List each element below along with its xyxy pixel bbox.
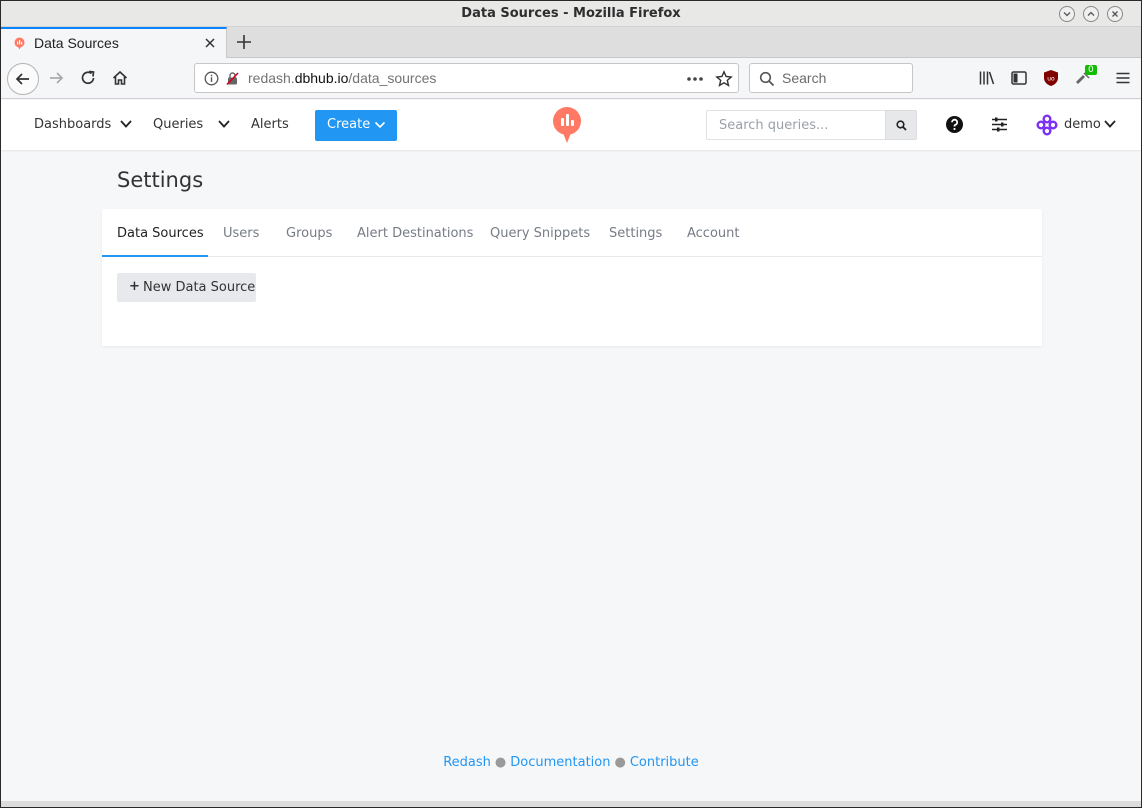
close-icon (1112, 11, 1118, 17)
tab-title: Data Sources (34, 35, 119, 51)
footer-separator-dot-icon: ● (614, 755, 626, 770)
app-header: Dashboards Queries Alerts Create Search … (1, 100, 1141, 150)
bookmark-star-icon[interactable] (715, 70, 733, 88)
back-arrow-icon (15, 73, 29, 85)
chevron-down-icon (1104, 120, 1116, 128)
settings-sliders-icon[interactable] (990, 115, 1009, 134)
create-button[interactable]: Create (315, 110, 397, 141)
svg-text:uo: uo (1047, 76, 1055, 83)
new-data-source-label: New Data Source (143, 280, 256, 295)
window-bottom-edge (1, 801, 1141, 807)
maximize-button[interactable] (1083, 6, 1099, 22)
hamburger-menu-icon[interactable] (1114, 69, 1132, 87)
query-search-button[interactable] (885, 110, 917, 140)
chevron-down-icon (1063, 12, 1071, 17)
search-icon (895, 119, 907, 131)
footer: Redash ● Documentation ● Contribute (1, 755, 1141, 770)
queries-dropdown-chevron-down-icon[interactable] (217, 119, 231, 129)
browser-tab[interactable]: Data Sources (1, 27, 227, 58)
back-button[interactable] (7, 63, 39, 95)
footer-link-documentation[interactable]: Documentation (510, 755, 610, 770)
nav-alerts[interactable]: Alerts (251, 117, 289, 132)
tab-strip: Data Sources (1, 27, 1141, 58)
url-prefix: redash. (248, 70, 295, 86)
page-actions-icon[interactable] (686, 76, 704, 82)
info-icon[interactable] (204, 71, 219, 86)
tab-query-snippets[interactable]: Query Snippets (490, 226, 590, 241)
sidebar-icon[interactable] (1010, 69, 1028, 87)
nav-queries[interactable]: Queries (153, 117, 203, 132)
forward-arrow-icon[interactable] (47, 69, 65, 87)
extension-badge: 0 (1085, 65, 1097, 75)
tab-account[interactable]: Account (687, 226, 740, 241)
library-icon[interactable] (978, 69, 996, 87)
nav-dashboards[interactable]: Dashboards (34, 117, 111, 132)
window-title: Data Sources - Mozilla Firefox (461, 6, 681, 21)
title-bar: Data Sources - Mozilla Firefox (1, 1, 1141, 27)
insecure-lock-icon[interactable] (225, 71, 240, 86)
browser-search-bar[interactable]: Search (749, 63, 913, 93)
page-title: Settings (117, 168, 204, 192)
tab-users[interactable]: Users (223, 226, 259, 241)
dashboards-dropdown-chevron-down-icon[interactable] (119, 119, 133, 129)
search-icon (759, 71, 775, 87)
active-tab-indicator (102, 255, 208, 257)
browser-search-placeholder: Search (782, 70, 827, 86)
footer-link-contribute[interactable]: Contribute (630, 755, 699, 770)
user-name: demo (1064, 117, 1101, 132)
tab-data-sources[interactable]: Data Sources (117, 226, 204, 241)
avatar (1036, 114, 1058, 136)
create-button-label: Create (327, 117, 371, 132)
plus-icon: + (129, 279, 140, 294)
footer-link-redash[interactable]: Redash (443, 755, 491, 770)
url-path: /data_sources (348, 70, 437, 86)
browser-window: Data Sources - Mozilla Firefox Data Sour… (0, 0, 1142, 808)
redash-favicon-icon (14, 37, 25, 50)
url-domain: dbhub.io (294, 70, 349, 86)
help-icon[interactable] (945, 115, 964, 134)
new-tab-icon[interactable] (234, 32, 254, 52)
ublock-origin-icon[interactable]: uo (1042, 69, 1060, 87)
new-data-source-button[interactable]: + New Data Source (117, 273, 256, 302)
settings-tabs: Data Sources Users Groups Alert Destinat… (102, 209, 1042, 257)
tab-alert-destinations[interactable]: Alert Destinations (357, 226, 473, 241)
query-search-field[interactable] (706, 110, 885, 140)
settings-card: Data Sources Users Groups Alert Destinat… (102, 209, 1042, 346)
url-text[interactable]: redash.dbhub.io/data_sources (248, 70, 436, 86)
tab-settings[interactable]: Settings (609, 226, 662, 241)
reload-icon[interactable] (79, 69, 97, 87)
chevron-up-icon (1087, 11, 1095, 16)
chevron-down-icon (374, 121, 386, 129)
minimize-button[interactable] (1059, 6, 1075, 22)
tab-groups[interactable]: Groups (286, 226, 332, 241)
query-search-input[interactable] (707, 111, 885, 139)
nav-toolbar: redash.dbhub.io/data_sources Search uo 0 (1, 58, 1141, 99)
close-tab-icon[interactable] (203, 36, 217, 50)
redash-logo-icon[interactable] (552, 107, 582, 144)
home-icon[interactable] (111, 69, 129, 87)
close-window-button[interactable] (1107, 6, 1123, 22)
footer-separator-dot-icon: ● (494, 755, 507, 770)
address-bar[interactable]: redash.dbhub.io/data_sources (194, 63, 739, 93)
